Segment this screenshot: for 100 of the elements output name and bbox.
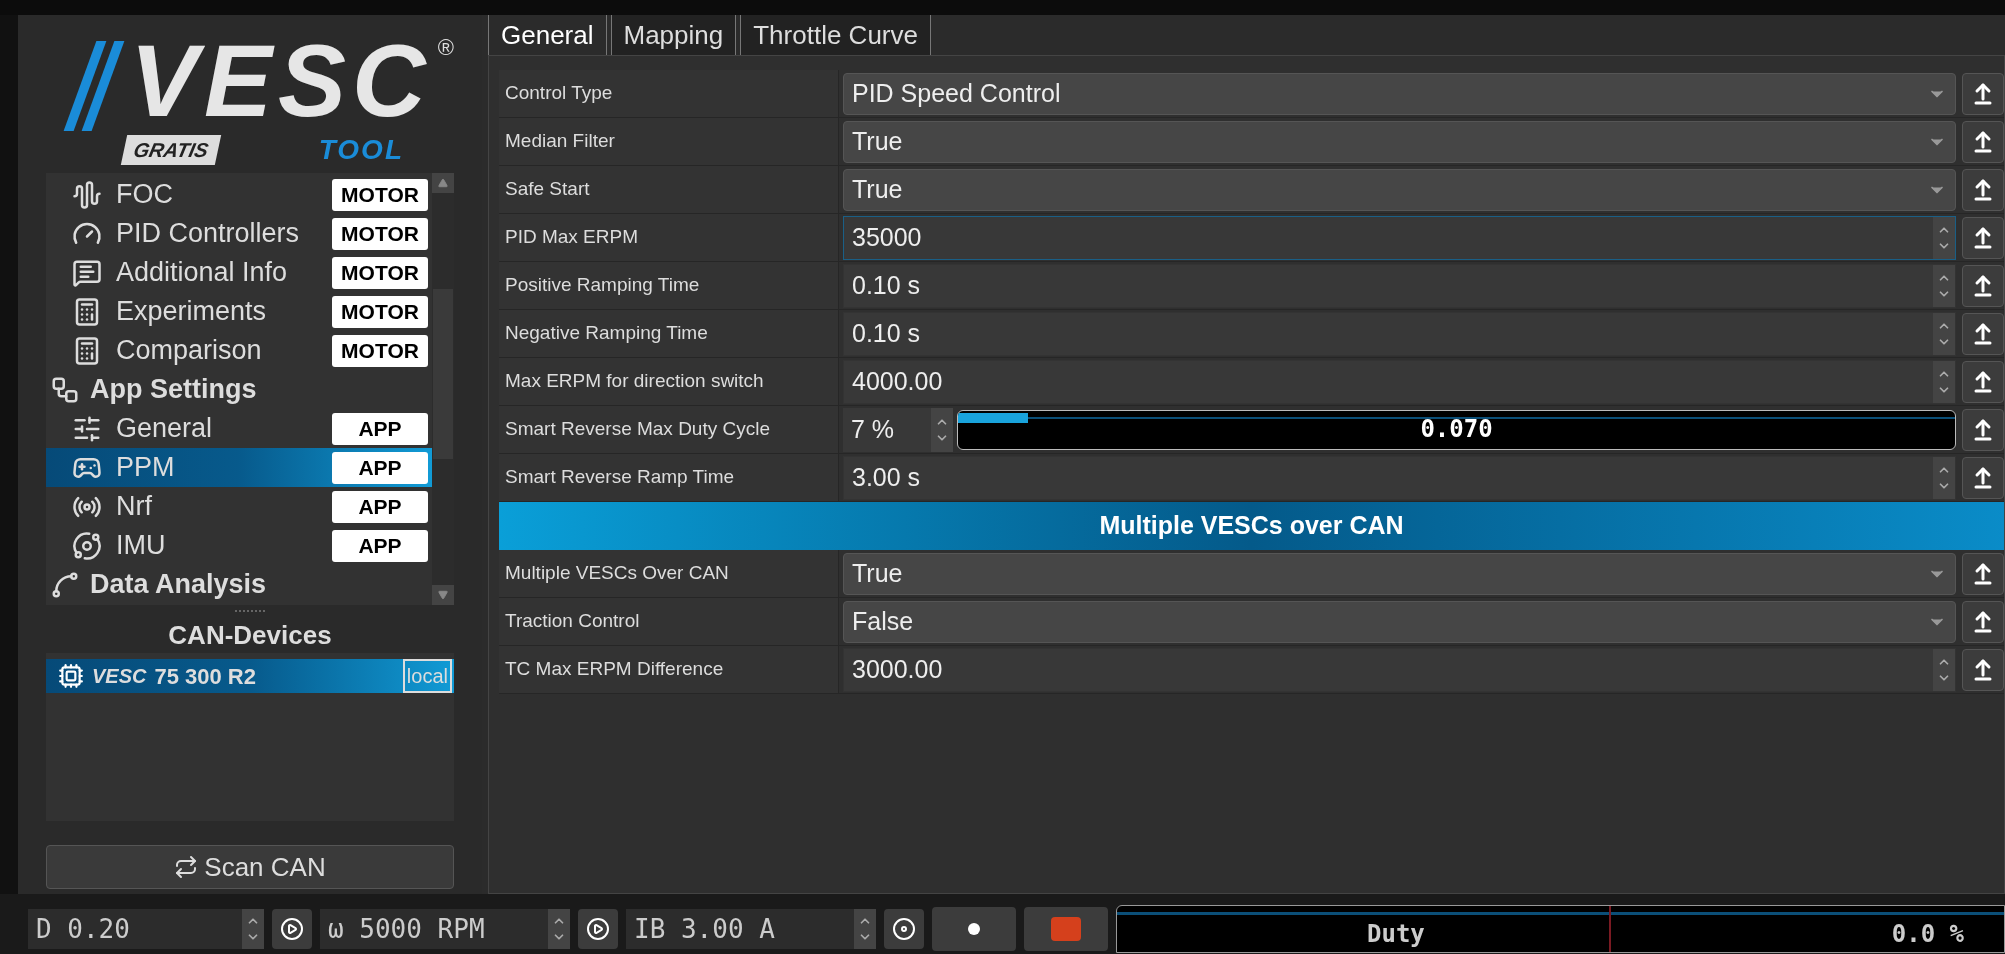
scrollbar[interactable]: [432, 173, 454, 605]
setting-label: Negative Ramping Time: [505, 321, 708, 346]
number-field[interactable]: 35000: [843, 215, 1956, 260]
dropdown[interactable]: True: [843, 120, 1956, 163]
wave-icon: [72, 179, 102, 210]
number-field[interactable]: 0.10 s: [843, 263, 1956, 308]
spin-arrows[interactable]: [1933, 456, 1955, 499]
number-field[interactable]: 0.10 s: [843, 311, 1956, 356]
setting-label: TC Max ERPM Difference: [505, 657, 724, 682]
tree-item[interactable]: Nrf APP: [46, 487, 432, 526]
number-field[interactable]: 3000.00: [843, 647, 1956, 692]
scan-can-button[interactable]: Scan CAN: [46, 845, 454, 889]
dropdown[interactable]: False: [843, 600, 1956, 643]
category-badge: APP: [332, 529, 428, 562]
spin-arrows[interactable]: [854, 909, 876, 949]
play-icon: [586, 917, 610, 941]
upload-button[interactable]: [1962, 72, 2004, 115]
level-reading: 0.070: [1420, 413, 1493, 445]
number-field[interactable]: 3.00 s: [843, 455, 1956, 500]
category-badge: MOTOR: [332, 295, 428, 328]
setting-label: PID Max ERPM: [505, 225, 639, 250]
setting-label: Safe Start: [505, 177, 590, 202]
spin-arrows[interactable]: [931, 407, 953, 452]
tree-item[interactable]: FOC MOTOR: [46, 175, 432, 214]
tree-item[interactable]: Experiments MOTOR: [46, 292, 432, 331]
spin-arrows[interactable]: [242, 909, 264, 949]
product-label: TOOL: [318, 133, 404, 167]
setting-label: Max ERPM for direction switch: [505, 369, 764, 394]
upload-button[interactable]: [1962, 600, 2004, 643]
panel-title: CAN-Devices: [168, 618, 332, 652]
setting-label: Smart Reverse Max Duty Cycle: [505, 417, 770, 442]
upload-button[interactable]: [1962, 216, 2004, 259]
upload-button[interactable]: [1962, 408, 2004, 451]
setting-label: Smart Reverse Ramp Time: [505, 465, 735, 490]
edition-label: GRATIS: [120, 135, 222, 165]
tab[interactable]: General: [488, 15, 607, 55]
motor-icon: [58, 663, 84, 689]
setting-label: Positive Ramping Time: [505, 273, 700, 298]
value-field[interactable]: IB 3.00 A: [626, 909, 876, 949]
play-button[interactable]: [272, 909, 312, 949]
upload-button[interactable]: [1962, 648, 2004, 691]
logo-wordmark: VESC: [130, 31, 432, 131]
upload-button[interactable]: [1962, 552, 2004, 595]
spin-arrows[interactable]: [1933, 648, 1955, 691]
category-badge: MOTOR: [332, 334, 428, 367]
tab[interactable]: Mapping: [610, 15, 737, 55]
category-badge: APP: [332, 490, 428, 523]
brake-icon: [892, 917, 916, 941]
upload-button[interactable]: [1962, 456, 2004, 499]
value-field[interactable]: ω 5000 RPM: [320, 909, 570, 949]
tree-item[interactable]: General APP: [46, 409, 432, 448]
scroll-down-icon[interactable]: [438, 590, 448, 600]
tree-item[interactable]: PID Controllers MOTOR: [46, 214, 432, 253]
play-button[interactable]: [578, 909, 618, 949]
tree-item[interactable]: PPM APP: [46, 448, 432, 487]
category-badge: APP: [332, 412, 428, 445]
spin-arrows[interactable]: [1933, 264, 1955, 307]
category-badge: MOTOR: [332, 178, 428, 211]
spin-arrows[interactable]: [1933, 312, 1955, 355]
level-bar[interactable]: 0.070: [957, 409, 1956, 450]
spin-arrows[interactable]: [1933, 216, 1955, 259]
tree-item[interactable]: IMU APP: [46, 526, 432, 565]
setting-label: Control Type: [505, 81, 613, 106]
upload-button[interactable]: [1962, 120, 2004, 163]
scroll-up-icon[interactable]: [438, 178, 448, 188]
device-name: 75 300 R2: [154, 662, 257, 691]
dropdown[interactable]: True: [843, 168, 1956, 211]
number-field[interactable]: 4000.00: [843, 359, 1956, 404]
anchor-button[interactable]: [932, 907, 1016, 951]
dropdown[interactable]: PID Speed Control: [843, 72, 1956, 115]
category-badge: APP: [332, 451, 428, 484]
tree-section[interactable]: App Settings: [46, 370, 432, 409]
device-logo: VESC: [92, 664, 147, 689]
gauge-reading: 0.0 %: [1891, 919, 1964, 950]
play-icon: [280, 917, 304, 941]
category-badge: MOTOR: [332, 217, 428, 250]
orbit-icon: [72, 530, 102, 561]
spin-arrows[interactable]: [1933, 360, 1955, 403]
upload-button[interactable]: [1962, 360, 2004, 403]
registered-mark: ®: [437, 34, 454, 62]
spin-arrows[interactable]: [548, 909, 570, 949]
upload-button[interactable]: [1962, 168, 2004, 211]
setting-label: Traction Control: [505, 609, 640, 634]
brake-button[interactable]: [884, 909, 924, 949]
refresh-icon: [174, 855, 199, 879]
setting-label: Multiple VESCs Over CAN: [505, 561, 729, 586]
tree-section[interactable]: Data Analysis: [46, 565, 432, 604]
tab[interactable]: Throttle Curve: [740, 15, 931, 55]
dropdown[interactable]: True: [843, 552, 1956, 595]
category-badge: MOTOR: [332, 256, 428, 289]
tree-item[interactable]: Additional Info MOTOR: [46, 253, 432, 292]
upload-button[interactable]: [1962, 264, 2004, 307]
stop-icon: [1051, 917, 1081, 941]
local-badge: local: [402, 659, 452, 693]
number-field[interactable]: 7 %: [843, 407, 953, 452]
gauge-label: Duty: [1367, 919, 1425, 950]
value-field[interactable]: D 0.20: [28, 909, 264, 949]
tree-item[interactable]: Comparison MOTOR: [46, 331, 432, 370]
upload-button[interactable]: [1962, 312, 2004, 355]
device-item[interactable]: VESC 75 300 R2 local: [46, 659, 454, 693]
